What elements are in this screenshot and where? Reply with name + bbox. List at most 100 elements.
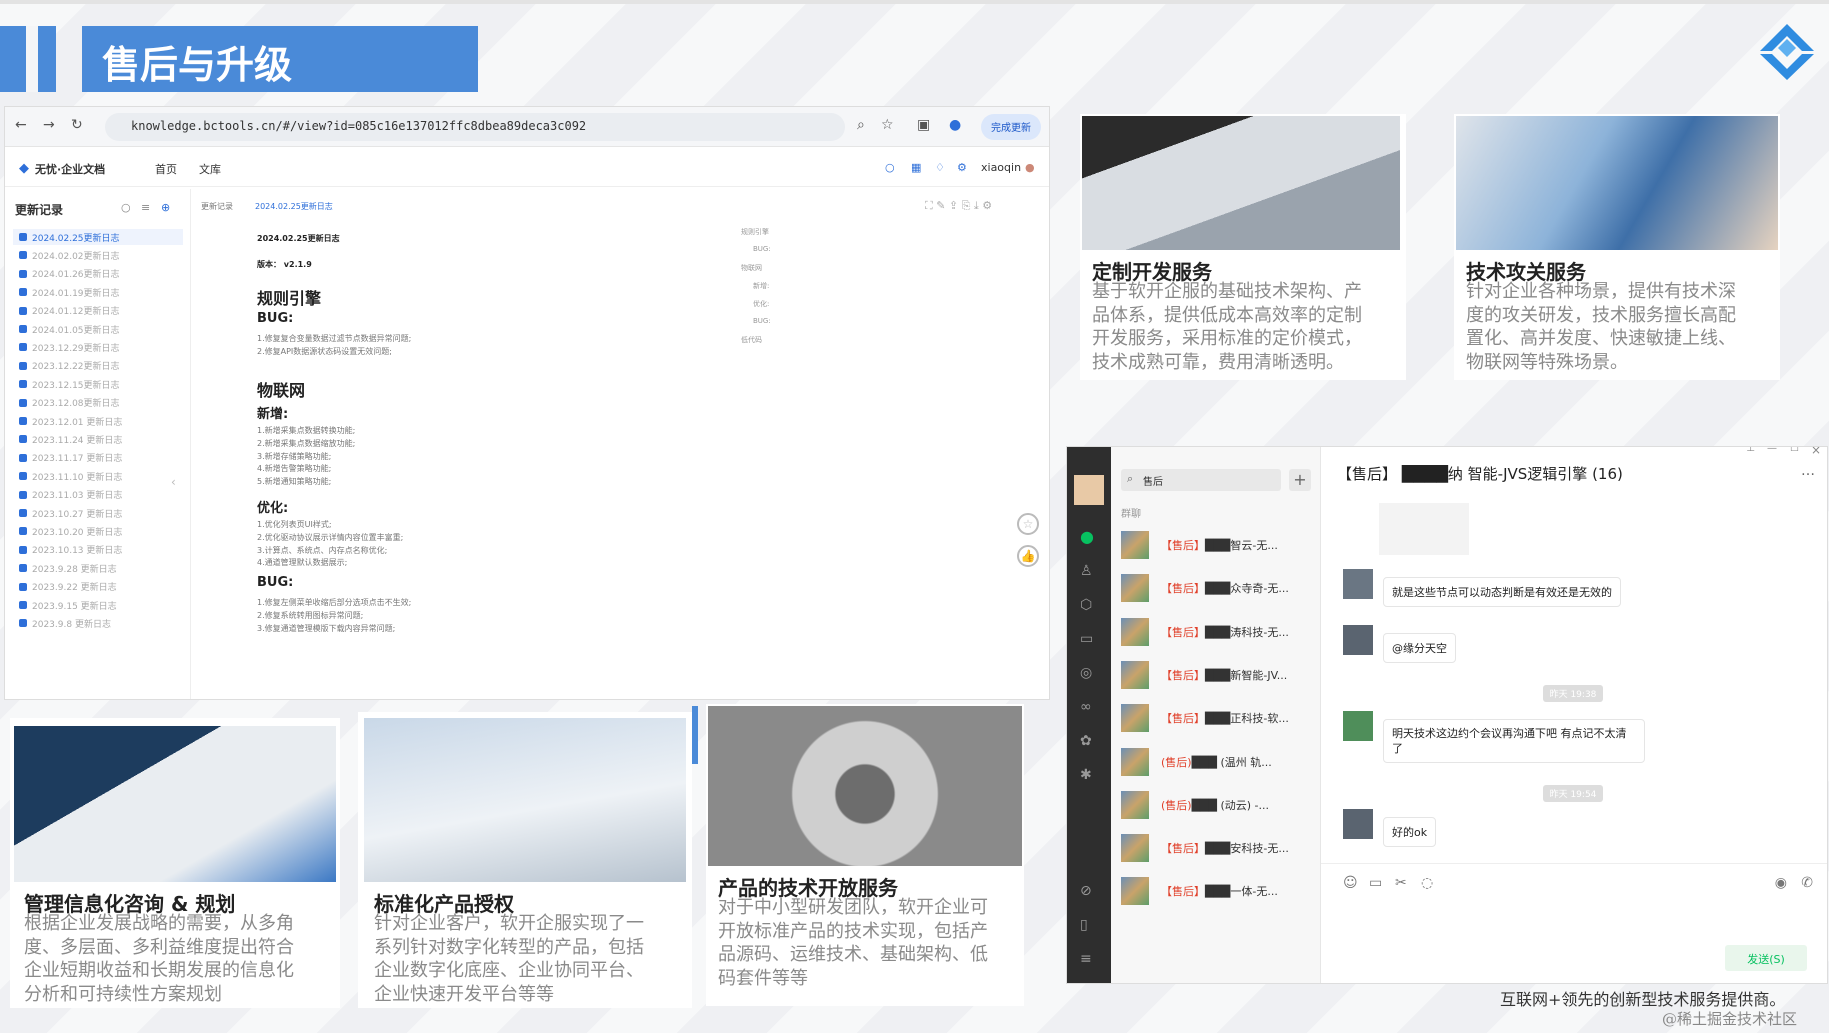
zoom-icon[interactable]: ⌕ <box>857 117 865 133</box>
scissors-icon[interactable]: ✂ <box>1395 875 1407 891</box>
profile-icon[interactable]: ● <box>949 117 961 133</box>
toc-item[interactable]: 规则引擎 <box>741 227 769 237</box>
toc-item[interactable]: 低代码 <box>741 335 762 345</box>
bell-icon[interactable]: ♢ <box>935 161 945 174</box>
channels-icon[interactable]: ∞ <box>1080 699 1092 715</box>
sidebar-list-icon[interactable]: ≡ <box>141 201 150 214</box>
network-people-image <box>364 718 686 882</box>
reload-icon[interactable]: ↻ <box>71 117 83 133</box>
toc-item[interactable]: 新增: <box>753 281 769 291</box>
update-button[interactable]: 完成更新 <box>981 114 1041 140</box>
sidebar-item[interactable]: 2024.02.25更新日志 <box>13 229 183 245</box>
forward-icon[interactable]: → <box>43 117 55 133</box>
doc-icon <box>19 527 27 536</box>
sidebar-item[interactable]: 2023.9.8 更新日志 <box>19 615 111 631</box>
sidebar-item[interactable]: 2023.12.01 更新日志 <box>19 413 122 429</box>
nav-home[interactable]: 首页 <box>155 161 177 177</box>
close-icon[interactable]: × <box>1811 447 1821 457</box>
image-message[interactable] <box>1379 503 1469 555</box>
toc-item[interactable]: 物联网 <box>741 263 762 273</box>
box-icon[interactable]: ⬡ <box>1080 597 1092 613</box>
voice-icon[interactable]: ◉ <box>1775 875 1787 891</box>
sidebar-add-icon[interactable]: ⊕ <box>161 201 170 214</box>
sidebar-item[interactable]: 2023.12.29更新日志 <box>19 339 120 355</box>
sidebar-item[interactable]: 2023.11.24 更新日志 <box>19 431 122 447</box>
sidebar-item[interactable]: 2023.12.22更新日志 <box>19 358 120 374</box>
moments-icon[interactable]: ◎ <box>1080 665 1092 681</box>
chat-title-text: ███一体-无... <box>1205 885 1278 899</box>
chat-icon[interactable]: ● <box>1080 527 1094 546</box>
contacts-icon[interactable]: ♙ <box>1080 563 1093 579</box>
sidebar-item[interactable]: 2024.01.19更新日志 <box>19 284 120 300</box>
card-product-license: 标准化产品授权 针对企业客户，软开企服实现了一 系列针对数字化转型的产品，包括 企业… <box>358 712 692 1008</box>
address-bar: ← → ↻ knowledge.bctools.cn/#/view?id=085… <box>5 107 1049 147</box>
toc-item[interactable]: 优化: <box>753 299 769 309</box>
sidebar-item[interactable]: 2023.10.20 更新日志 <box>19 523 122 539</box>
chat-list-item[interactable]: 【售后】███一体-无... <box>1111 865 1321 915</box>
file-icon[interactable]: ▭ <box>1369 875 1382 891</box>
like-icon[interactable]: 👍 <box>1017 545 1039 567</box>
doc-icon <box>19 545 27 554</box>
doc-line: 3.修复通道管理模版下载内容异常问题; <box>257 623 396 633</box>
doc-icon <box>19 343 27 352</box>
send-button[interactable]: 发送(S) <box>1725 945 1807 971</box>
settings-icon[interactable]: ⚙ <box>957 161 967 174</box>
doc-line: 4.新增告警策略功能; <box>257 464 332 474</box>
sidebar-item[interactable]: 2023.11.17 更新日志 <box>19 450 122 466</box>
sidebar-search-icon[interactable]: ○ <box>121 201 131 214</box>
avatar[interactable]: ● <box>1025 161 1035 174</box>
sidebar-item[interactable]: 2023.10.13 更新日志 <box>19 542 122 558</box>
sidebar-item[interactable]: 2023.12.15更新日志 <box>19 376 120 392</box>
breadcrumb-root[interactable]: 更新记录 <box>201 201 233 212</box>
chat-search-input[interactable]: 售后 <box>1121 469 1281 491</box>
add-chat-button[interactable]: + <box>1289 469 1311 491</box>
sidepanel-icon[interactable]: ▣ <box>917 117 930 133</box>
sidebar-item[interactable]: 2023.11.03 更新日志 <box>19 487 122 503</box>
collapse-icon[interactable]: ‹ <box>171 475 176 489</box>
maximize-icon[interactable]: ☐ <box>1790 447 1799 454</box>
toc-item[interactable]: BUG: <box>753 317 771 325</box>
sidebar-item[interactable]: 2023.11.10 更新日志 <box>19 468 122 484</box>
minimize-icon[interactable]: — <box>1767 447 1777 454</box>
doc-icon <box>19 361 27 370</box>
sidebar-item[interactable]: 2024.01.26更新日志 <box>19 266 120 282</box>
search-icon[interactable]: ○ <box>885 161 895 174</box>
link-icon[interactable]: ⊘ <box>1080 883 1092 899</box>
call-icon[interactable]: ✆ <box>1801 875 1813 891</box>
sidebar-item-label: 2024.01.12更新日志 <box>32 307 120 318</box>
sidebar-item[interactable]: 2023.9.22 更新日志 <box>19 579 117 595</box>
sidebar-item[interactable]: 2023.12.08更新日志 <box>19 395 120 411</box>
chat-name: (售后)███ (动云) -... <box>1161 797 1269 813</box>
sidebar-item[interactable]: 2024.01.12更新日志 <box>19 303 120 319</box>
chat-title-text: ███涛科技-无... <box>1205 625 1289 639</box>
games-icon[interactable]: ✿ <box>1080 733 1092 749</box>
doc-line: 5.新增通知策略功能; <box>257 477 332 487</box>
folder-icon[interactable]: ▭ <box>1080 631 1093 647</box>
sidebar-item[interactable]: 2023.9.15 更新日志 <box>19 597 117 613</box>
doc-toolbar-icons[interactable]: ⛶ ✎ ⇪ ⎘ ⤓ ⚙ <box>925 199 992 213</box>
pin-icon[interactable]: ⊥ <box>1746 447 1755 454</box>
comment-icon[interactable]: ◌ <box>1421 875 1433 891</box>
favorite-icon[interactable]: ☆ <box>1017 513 1039 535</box>
nav-library[interactable]: 文库 <box>199 161 221 177</box>
miniapp-icon[interactable]: ✱ <box>1080 767 1092 783</box>
menu-icon[interactable]: ≡ <box>1080 951 1092 967</box>
bookmark-star-icon[interactable]: ☆ <box>881 117 894 133</box>
grid-icon[interactable]: ▦ <box>911 161 921 174</box>
phone-icon[interactable]: ▯ <box>1080 917 1088 933</box>
toc-item[interactable]: BUG: <box>753 245 771 253</box>
sidebar-item[interactable]: 2023.10.27 更新日志 <box>19 505 122 521</box>
group-label: 群聊 <box>1121 509 1141 520</box>
card-desc: 针对企业各种场景，提供有技术深 度的攻关研发，技术服务擅长高配 置化、高并发度、快速… <box>1466 281 1736 373</box>
chat-title-text: ███众寺奇-无... <box>1205 582 1289 596</box>
url-input[interactable]: knowledge.bctools.cn/#/view?id=085c16e13… <box>105 113 845 141</box>
more-icon[interactable]: … <box>1801 463 1815 479</box>
group-avatar <box>1121 834 1149 863</box>
back-icon[interactable]: ← <box>15 117 27 133</box>
emoji-icon[interactable]: ☺ <box>1343 875 1358 891</box>
avatar[interactable] <box>1074 475 1104 505</box>
sidebar-item[interactable]: 2024.01.05更新日志 <box>19 321 120 337</box>
sidebar-item[interactable]: 2023.9.28 更新日志 <box>19 560 117 576</box>
user-name[interactable]: xiaoqin <box>981 161 1021 174</box>
sidebar-item[interactable]: 2024.02.02更新日志 <box>19 247 120 263</box>
